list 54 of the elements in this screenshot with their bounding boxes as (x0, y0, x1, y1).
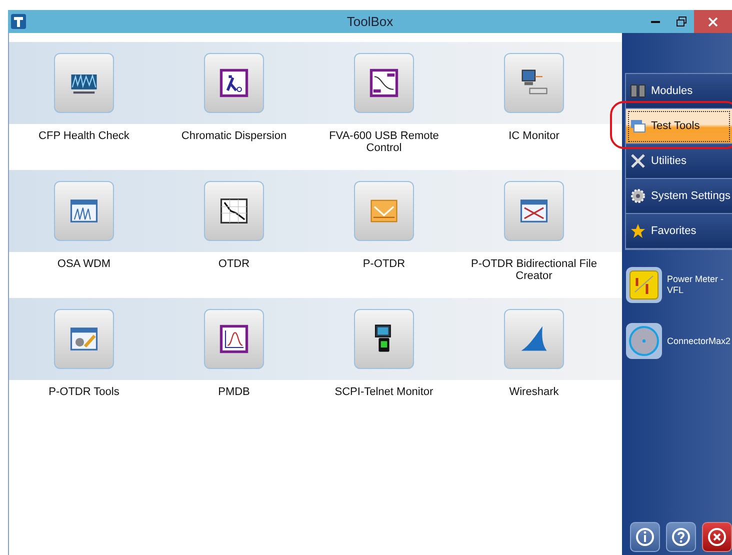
tool-tile[interactable] (504, 53, 564, 113)
tool-tile[interactable] (354, 309, 414, 369)
modules-icon (630, 83, 646, 99)
tool-label: PMDB (217, 385, 251, 400)
utilities-icon (630, 153, 646, 169)
tool-label: OSA WDM (56, 257, 112, 272)
testtools-icon (630, 118, 646, 134)
tool-label: Chromatic Dispersion (180, 129, 288, 144)
tool-tile[interactable] (204, 309, 264, 369)
quick-launch-label: ConnectorMax2 (667, 336, 731, 346)
nav-item[interactable]: System Settings (626, 179, 732, 214)
close-icon (707, 527, 727, 547)
settings-icon (630, 188, 646, 204)
tool-label: IC Monitor (508, 129, 560, 144)
help-icon (671, 527, 691, 547)
pmdb-tool-icon (217, 322, 251, 356)
tool-label: Wireshark (508, 385, 560, 400)
tool-tile[interactable] (204, 53, 264, 113)
help-button[interactable] (666, 522, 696, 552)
nav-item[interactable]: Test Tools (626, 109, 732, 144)
power-meter-icon (625, 266, 663, 304)
tool-tile[interactable] (354, 181, 414, 241)
tool-tile[interactable] (54, 181, 114, 241)
window-title: ToolBox (346, 14, 394, 29)
close-button[interactable] (694, 10, 732, 33)
tool-label: OTDR (217, 257, 251, 272)
favorites-icon (630, 223, 646, 239)
tool-tile[interactable] (54, 53, 114, 113)
tool-label: CFP Health Check (38, 129, 130, 144)
tool-label: P-OTDR (362, 257, 406, 272)
tool-label: P-OTDR Bidirectional File Creator (470, 257, 598, 284)
tool-tile[interactable] (204, 181, 264, 241)
tool-tile[interactable] (504, 181, 564, 241)
restore-icon (676, 16, 686, 27)
connector-icon (625, 322, 663, 360)
info-button[interactable] (630, 522, 660, 552)
app-logo-icon (11, 14, 26, 29)
tool-tile[interactable] (354, 53, 414, 113)
lambda-tool-icon (217, 66, 251, 100)
minimize-icon (650, 20, 660, 23)
tool-tile[interactable] (54, 309, 114, 369)
info-icon (635, 527, 655, 547)
close-button[interactable] (702, 522, 732, 552)
tool-label: FVA-600 USB Remote Control (328, 129, 440, 156)
tool-label: SCPI-Telnet Monitor (334, 385, 434, 400)
quick-launch-item[interactable]: ConnectorMax2 (625, 322, 731, 360)
tool-label: P-OTDR Tools (48, 385, 120, 400)
nav-item[interactable]: Modules (626, 74, 732, 109)
quick-launch-label: Power Meter - VFL (667, 274, 725, 296)
nav-item[interactable]: Favorites (626, 214, 732, 249)
close-icon (708, 16, 718, 26)
tool-tile[interactable] (504, 309, 564, 369)
quick-launch-item[interactable]: Power Meter - VFL (625, 266, 731, 304)
nav-item[interactable]: Utilities (626, 144, 732, 179)
